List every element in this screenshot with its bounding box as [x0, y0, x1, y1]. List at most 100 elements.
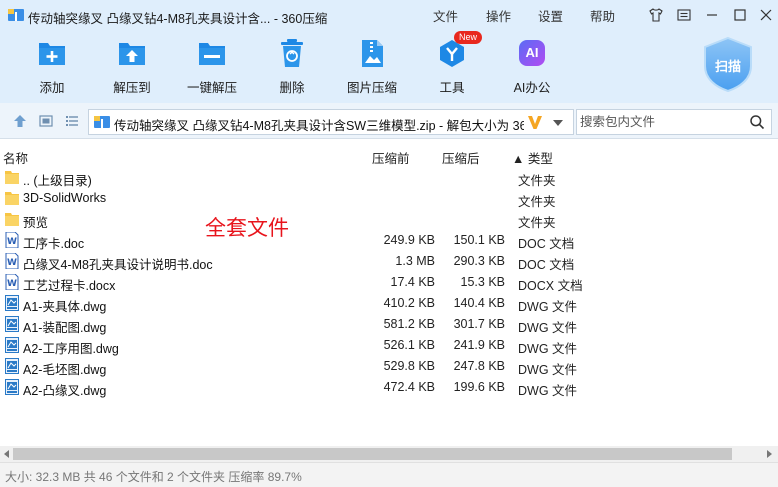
file-name: A1-夹具体.dwg: [23, 300, 107, 314]
file-type: DWG 文件: [518, 342, 578, 356]
file-name: 工序卡.doc: [23, 237, 85, 251]
maximize-icon: [734, 9, 746, 21]
file-compressed: 150.1 KB: [453, 233, 505, 247]
dropdown-arrow-icon[interactable]: [552, 119, 564, 127]
word-doc-icon: W: [5, 232, 19, 248]
file-type: DOCX 文档: [518, 279, 583, 293]
file-compressed: 247.8 KB: [453, 359, 505, 373]
file-compressed: 15.3 KB: [460, 275, 505, 289]
file-compressed: 290.3 KB: [453, 254, 505, 268]
svg-text:W: W: [7, 279, 17, 289]
file-size: 581.2 KB: [383, 317, 435, 331]
file-type: DWG 文件: [518, 300, 578, 314]
minimize-button[interactable]: [702, 5, 722, 25]
horizontal-scrollbar[interactable]: [0, 446, 778, 462]
menu-settings[interactable]: 设置: [538, 6, 563, 25]
column-type[interactable]: ▲ 类型: [512, 148, 553, 167]
scan-button[interactable]: 扫描: [702, 36, 754, 93]
file-name: 预览: [23, 216, 49, 230]
maximize-button[interactable]: [730, 5, 750, 25]
file-size: 410.2 KB: [383, 296, 435, 310]
file-name: 3D-SolidWorks: [23, 191, 107, 205]
scrollbar-thumb[interactable]: [13, 448, 732, 460]
status-text: 大小: 32.3 MB 共 46 个文件和 2 个文件夹 压缩率 89.7%: [5, 470, 302, 484]
file-type: DOC 文档: [518, 258, 575, 272]
file-row[interactable]: A2-毛坯图.dwg 529.8 KB 247.8 KB DWG 文件: [0, 356, 778, 377]
scan-label: 扫描: [714, 59, 741, 74]
dwg-file-icon: [5, 316, 19, 332]
file-name: .. (上级目录): [23, 174, 92, 188]
file-compressed: 140.4 KB: [453, 296, 505, 310]
add-button[interactable]: 添加: [14, 37, 90, 95]
zip-archive-icon: [94, 116, 110, 128]
tshirt-icon: [649, 8, 663, 22]
one-click-extract-icon: [199, 43, 225, 65]
skin-button[interactable]: [646, 5, 666, 25]
word-doc-icon: W: [5, 253, 19, 269]
delete-icon: [281, 39, 303, 67]
title-toolbar-band: 传动轴突缘叉 凸缘叉钻4-M8孔夹具设计含... - 360压缩 文件 操作 设…: [0, 0, 778, 103]
svg-text:W: W: [7, 237, 17, 247]
add-label: 添加: [39, 81, 65, 95]
address-bar[interactable]: 传动轴突缘叉 凸缘叉钻4-M8孔夹具设计含SW三维模型.zip - 解包大小为 …: [88, 109, 574, 135]
menu-operation[interactable]: 操作: [486, 6, 511, 25]
extract-to-label: 解压到: [113, 81, 151, 95]
menu-file[interactable]: 文件: [433, 6, 458, 25]
file-row[interactable]: W 工艺过程卡.docx 17.4 KB 15.3 KB DOCX 文档: [0, 272, 778, 293]
file-name: A2-工序用图.dwg: [23, 342, 119, 356]
tools-button[interactable]: 工具 New: [414, 31, 490, 95]
close-icon: [760, 9, 772, 21]
address-row: 传动轴突缘叉 凸缘叉钻4-M8孔夹具设计含SW三维模型.zip - 解包大小为 …: [0, 103, 778, 139]
add-icon: [39, 43, 65, 65]
file-size: 249.9 KB: [383, 233, 435, 247]
file-size: 526.1 KB: [383, 338, 435, 352]
search-input[interactable]: [580, 114, 740, 130]
file-name: A2-毛坯图.dwg: [23, 363, 107, 377]
overlay-note: 全套文件: [205, 217, 289, 240]
dwg-file-icon: [5, 295, 19, 311]
dwg-file-icon: [5, 379, 19, 395]
dwg-file-icon: [5, 337, 19, 353]
file-row[interactable]: A2-工序用图.dwg 526.1 KB 241.9 KB DWG 文件: [0, 335, 778, 356]
file-row[interactable]: W 凸缘叉4-M8孔夹具设计说明书.doc 1.3 MB 290.3 KB DO…: [0, 251, 778, 272]
scroll-right-icon[interactable]: [764, 449, 774, 459]
file-name: A2-凸缘叉.dwg: [23, 384, 107, 398]
file-compressed: 301.7 KB: [453, 317, 505, 331]
file-type: 文件夹: [518, 174, 556, 188]
new-badge: New: [454, 31, 482, 44]
file-row[interactable]: .. (上级目录) 文件夹: [0, 167, 778, 188]
delete-label: 删除: [279, 81, 305, 95]
one-click-extract-button[interactable]: 一键解压: [174, 37, 250, 95]
file-row[interactable]: A1-装配图.dwg 581.2 KB 301.7 KB DWG 文件: [0, 314, 778, 335]
column-compressed[interactable]: 压缩后: [442, 148, 480, 167]
file-type: DWG 文件: [518, 321, 578, 335]
file-row[interactable]: A2-凸缘叉.dwg 472.4 KB 199.6 KB DWG 文件: [0, 377, 778, 398]
dwg-file-icon: [5, 358, 19, 374]
extract-to-button[interactable]: 解压到: [94, 37, 170, 95]
menu-help[interactable]: 帮助: [590, 6, 615, 25]
main-menu-button[interactable]: [674, 5, 694, 25]
image-compress-button[interactable]: 图片压缩: [334, 37, 410, 95]
file-row[interactable]: 3D-SolidWorks 文件夹: [0, 188, 778, 209]
column-size[interactable]: 压缩前: [372, 148, 410, 167]
ai-office-button[interactable]: AI AI办公: [494, 37, 570, 95]
file-name: A1-装配图.dwg: [23, 321, 107, 335]
column-name[interactable]: 名称: [3, 148, 28, 167]
image-compress-icon: [362, 40, 383, 67]
file-row[interactable]: A1-夹具体.dwg 410.2 KB 140.4 KB DWG 文件: [0, 293, 778, 314]
delete-button[interactable]: 删除: [254, 37, 330, 95]
search-icon[interactable]: [749, 114, 765, 130]
file-name: 凸缘叉4-M8孔夹具设计说明书.doc: [23, 258, 213, 272]
file-row[interactable]: W 工序卡.doc 249.9 KB 150.1 KB DOC 文档: [0, 230, 778, 251]
one-click-extract-label: 一键解压: [186, 81, 237, 95]
file-row[interactable]: 预览 文件夹: [0, 209, 778, 230]
menu-lines-icon: [677, 9, 691, 21]
scroll-left-icon[interactable]: [2, 449, 12, 459]
file-size: 1.3 MB: [395, 254, 435, 268]
thumbnail-view-icon[interactable]: [38, 113, 54, 129]
list-view-icon[interactable]: [64, 113, 80, 129]
image-compress-label: 图片压缩: [346, 81, 397, 95]
up-arrow-icon[interactable]: [12, 113, 28, 129]
file-type: DWG 文件: [518, 384, 578, 398]
close-button[interactable]: [756, 5, 776, 25]
